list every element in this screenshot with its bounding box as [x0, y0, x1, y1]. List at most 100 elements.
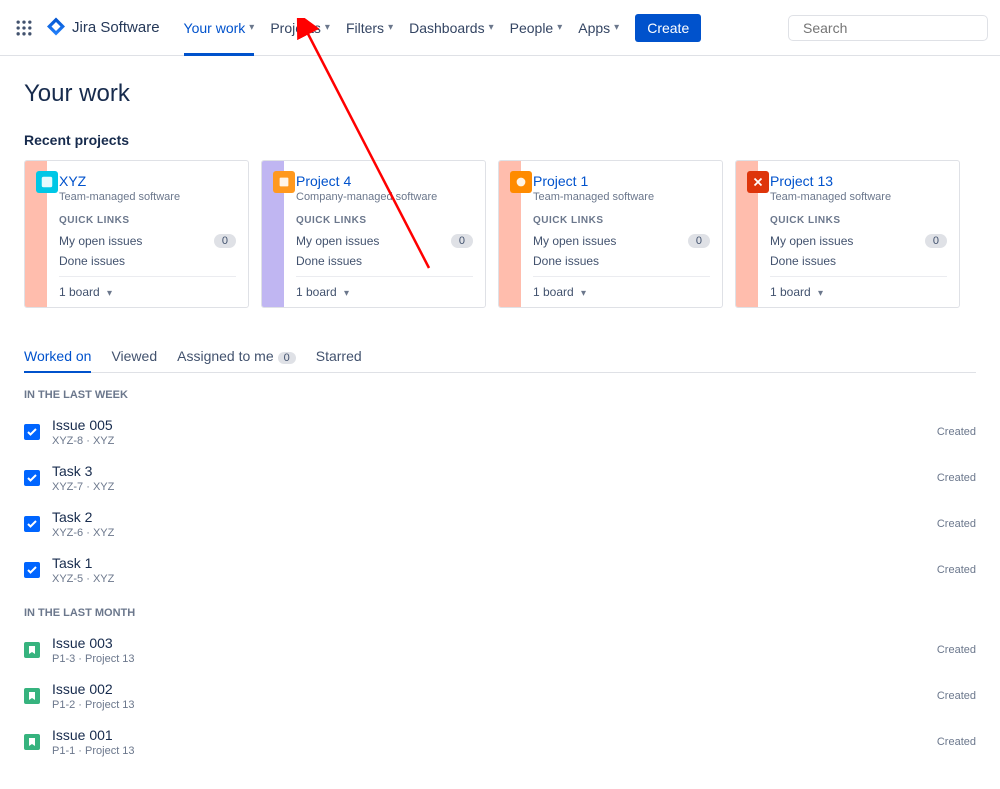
project-card[interactable]: Project 13 Team-managed software QUICK L…	[735, 160, 960, 308]
project-name: XYZ	[59, 173, 236, 189]
board-dropdown[interactable]: 1 board ▾	[770, 276, 947, 307]
task-icon	[24, 562, 40, 578]
recents-title: Recent projects	[24, 132, 976, 148]
issue-meta: P1-2 · Project 13	[52, 699, 937, 711]
logo-text: Jira Software	[72, 19, 160, 36]
search-input[interactable]	[803, 20, 984, 36]
nav-dashboards[interactable]: Dashboards▾	[401, 0, 502, 56]
nav-filters[interactable]: Filters▾	[338, 0, 401, 56]
my-open-issues-link[interactable]: My open issues0	[770, 234, 947, 248]
chevron-down-icon: ▾	[344, 288, 349, 299]
story-icon	[24, 688, 40, 704]
issue-title: Issue 001	[52, 727, 937, 743]
project-type: Team-managed software	[770, 191, 947, 203]
issue-title: Task 2	[52, 509, 937, 525]
issues-last-month: Issue 003P1-3 · Project 13CreatedIssue 0…	[24, 627, 976, 765]
chevron-down-icon: ▾	[249, 22, 254, 33]
issue-status: Created	[937, 518, 976, 530]
issue-row[interactable]: Issue 003 P1-3 · Project 13Created	[24, 627, 976, 673]
project-card[interactable]: Project 4 Company-managed software QUICK…	[261, 160, 486, 308]
chevron-down-icon: ▾	[557, 22, 562, 33]
issue-title: Issue 002	[52, 681, 937, 697]
chevron-down-icon: ▾	[614, 22, 619, 33]
issue-row[interactable]: Issue 001 P1-1 · Project 13Created	[24, 719, 976, 765]
quick-links-label: QUICK LINKS	[533, 215, 710, 226]
issue-row[interactable]: Task 3 XYZ-7 · XYZCreated	[24, 455, 976, 501]
board-dropdown[interactable]: 1 board ▾	[533, 276, 710, 307]
issue-meta: XYZ-6 · XYZ	[52, 527, 937, 539]
issue-row[interactable]: Issue 005XYZ-8 · XYZCreated	[24, 409, 976, 455]
recent-projects-row: XYZ Team-managed software QUICK LINKS My…	[24, 160, 976, 308]
chevron-down-icon: ▾	[107, 288, 112, 299]
main-content: Your work Recent projects XYZ Team-manag…	[0, 56, 1000, 789]
board-dropdown[interactable]: 1 board ▾	[59, 276, 236, 307]
chevron-down-icon: ▾	[325, 22, 330, 33]
chevron-down-icon: ▾	[489, 22, 494, 33]
quick-links-label: QUICK LINKS	[296, 215, 473, 226]
issue-row[interactable]: Task 1XYZ-5 · XYZCreated	[24, 547, 976, 593]
done-issues-link[interactable]: Done issues	[296, 254, 473, 268]
page-title: Your work	[24, 80, 976, 108]
task-icon	[24, 424, 40, 440]
issue-count-badge: 0	[925, 234, 947, 248]
nav-your-work[interactable]: Your work▾	[176, 0, 263, 56]
done-issues-link[interactable]: Done issues	[770, 254, 947, 268]
issue-row[interactable]: Issue 002P1-2 · Project 13Created	[24, 673, 976, 719]
issue-meta: P1-1 · Project 13	[52, 745, 937, 757]
issue-title: Issue 003	[52, 635, 937, 651]
search-box[interactable]	[788, 15, 988, 41]
jira-logo[interactable]: Jira Software	[44, 16, 160, 40]
done-issues-link[interactable]: Done issues	[59, 254, 236, 268]
issue-meta: XYZ-5 · XYZ	[52, 573, 937, 585]
top-navigation: Jira Software Your work▾ Projects▾ Filte…	[0, 0, 1000, 56]
period-label: IN THE LAST MONTH	[24, 607, 976, 619]
tab-worked-on[interactable]: Worked on	[24, 340, 91, 372]
issue-status: Created	[937, 736, 976, 748]
done-issues-link[interactable]: Done issues	[533, 254, 710, 268]
issue-status: Created	[937, 472, 976, 484]
issue-count-badge: 0	[451, 234, 473, 248]
project-name: Project 1	[533, 173, 710, 189]
issue-meta: P1-3 · Project 13	[52, 653, 937, 665]
assigned-count-badge: 0	[278, 352, 296, 364]
project-name: Project 4	[296, 173, 473, 189]
nav-people[interactable]: People▾	[502, 0, 571, 56]
project-card[interactable]: Project 1 Team-managed software QUICK LI…	[498, 160, 723, 308]
issue-title: Task 3	[52, 463, 937, 479]
create-button[interactable]: Create	[635, 14, 701, 42]
project-avatar-icon	[510, 171, 532, 193]
nav-projects[interactable]: Projects▾	[262, 0, 338, 56]
nav-apps[interactable]: Apps▾	[570, 0, 627, 56]
project-type: Team-managed software	[533, 191, 710, 203]
issues-last-week: Issue 005XYZ-8 · XYZCreatedTask 3XYZ-7 ·…	[24, 409, 976, 593]
story-icon	[24, 734, 40, 750]
issue-status: Created	[937, 644, 976, 656]
nav-items: Your work▾ Projects▾ Filters▾ Dashboards…	[176, 0, 788, 56]
tab-starred[interactable]: Starred	[316, 340, 362, 372]
issue-count-badge: 0	[688, 234, 710, 248]
chevron-down-icon: ▾	[388, 22, 393, 33]
project-card[interactable]: XYZ Team-managed software QUICK LINKS My…	[24, 160, 249, 308]
project-avatar-icon	[273, 171, 295, 193]
quick-links-label: QUICK LINKS	[770, 215, 947, 226]
my-open-issues-link[interactable]: My open issues0	[533, 234, 710, 248]
tab-assigned[interactable]: Assigned to me0	[177, 340, 296, 372]
task-icon	[24, 470, 40, 486]
issue-meta: XYZ-8 · XYZ	[52, 435, 937, 447]
issue-status: Created	[937, 564, 976, 576]
period-label: IN THE LAST WEEK	[24, 389, 976, 401]
story-icon	[24, 642, 40, 658]
project-avatar-icon	[36, 171, 58, 193]
board-dropdown[interactable]: 1 board ▾	[296, 276, 473, 307]
activity-tabs: Worked on Viewed Assigned to me0 Starred	[24, 340, 976, 373]
quick-links-label: QUICK LINKS	[59, 215, 236, 226]
my-open-issues-link[interactable]: My open issues0	[296, 234, 473, 248]
chevron-down-icon: ▾	[581, 288, 586, 299]
my-open-issues-link[interactable]: My open issues0	[59, 234, 236, 248]
project-type: Team-managed software	[59, 191, 236, 203]
issue-title: Issue 005	[52, 417, 937, 433]
issue-meta: XYZ-7 · XYZ	[52, 481, 937, 493]
issue-row[interactable]: Task 2 XYZ-6 · XYZCreated	[24, 501, 976, 547]
app-switcher-icon[interactable]	[12, 16, 36, 40]
tab-viewed[interactable]: Viewed	[111, 340, 157, 372]
